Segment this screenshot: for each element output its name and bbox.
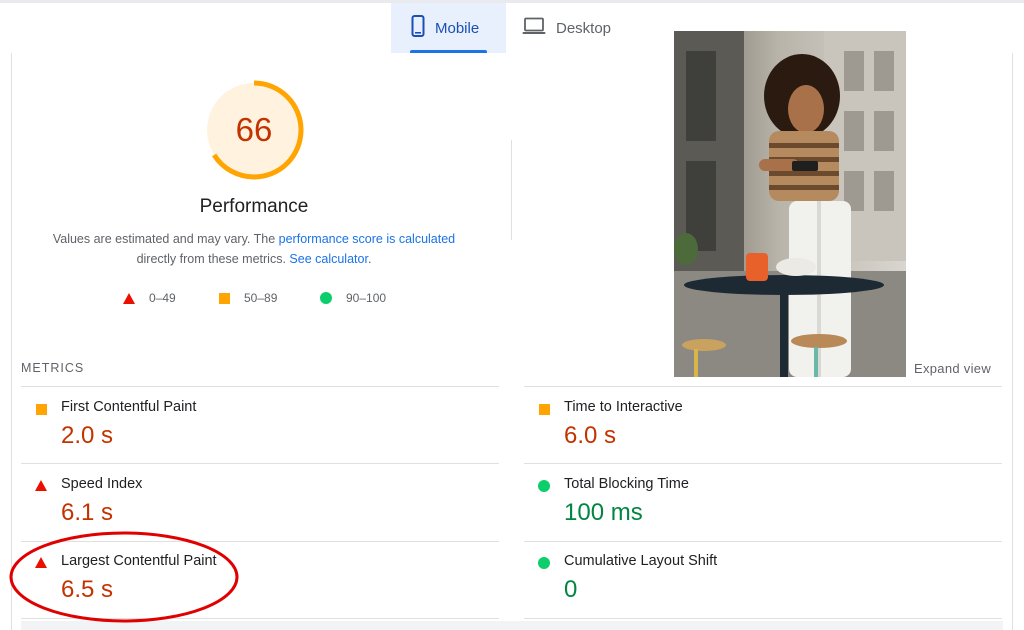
metrics-divider [21, 618, 499, 619]
metrics-divider [524, 618, 1002, 619]
performance-gauge: 66 [203, 79, 305, 181]
metric-value: 100 ms [564, 499, 643, 526]
frame-left-border [11, 53, 12, 630]
metric-first-contentful-paint: First Contentful Paint 2.0 s [20, 387, 490, 464]
legend-fail-label: 0–49 [149, 291, 176, 305]
fail-triangle-icon [35, 557, 47, 568]
tab-mobile-label: Mobile [435, 19, 480, 37]
metric-speed-index: Speed Index 6.1 s [20, 464, 490, 541]
performance-title: Performance [199, 196, 309, 217]
performance-score-link[interactable]: performance score is calculated [279, 232, 455, 246]
metric-value: 6.5 s [61, 576, 114, 603]
metric-name: Speed Index [61, 476, 143, 492]
pass-circle-icon [320, 292, 332, 304]
desc-text-3: . [367, 252, 372, 266]
average-square-icon [36, 404, 47, 415]
active-tab-indicator [410, 50, 487, 53]
smartphone-icon [411, 15, 425, 41]
tab-desktop-label: Desktop [556, 19, 612, 37]
metric-name: Largest Contentful Paint [61, 553, 217, 569]
pass-circle-icon [538, 557, 550, 569]
legend-fail: 0–49 [123, 290, 176, 306]
frame-right-border [1012, 53, 1013, 630]
metric-name: Cumulative Layout Shift [564, 553, 718, 569]
metric-name: First Contentful Paint [61, 399, 197, 415]
metrics-heading: METRICS [21, 361, 85, 375]
desc-text-1: Values are estimated and may vary. The [52, 232, 279, 246]
average-square-icon [219, 292, 230, 304]
legend-average: 50–89 [219, 290, 277, 306]
legend-pass: 90–100 [320, 290, 386, 306]
metric-name: Total Blocking Time [564, 476, 689, 492]
metric-value: 0 [564, 576, 578, 603]
average-square-icon [539, 404, 550, 415]
legend-pass-label: 90–100 [346, 291, 387, 305]
metric-value: 6.1 s [61, 499, 114, 526]
bottom-bar [21, 621, 1003, 630]
page-screenshot[interactable] [674, 31, 906, 377]
expand-view-link[interactable]: Expand view [914, 361, 991, 376]
fail-triangle-icon [35, 480, 47, 491]
column-divider [511, 140, 512, 240]
performance-score: 66 [235, 111, 273, 148]
metric-name: Time to Interactive [564, 399, 683, 415]
laptop-icon [522, 17, 546, 39]
desc-text-2: directly from these metrics. [136, 252, 290, 266]
metric-value: 2.0 s [61, 422, 114, 449]
metric-cumulative-layout-shift: Cumulative Layout Shift 0 [523, 541, 993, 618]
metric-time-to-interactive: Time to Interactive 6.0 s [523, 387, 993, 464]
pass-circle-icon [538, 480, 550, 492]
legend-average-label: 50–89 [244, 291, 278, 305]
see-calculator-link[interactable]: See calculator [289, 252, 368, 266]
tab-desktop[interactable]: Desktop [522, 3, 632, 53]
metric-value: 6.0 s [564, 422, 617, 449]
tab-mobile[interactable]: Mobile [391, 3, 506, 53]
performance-description: Values are estimated and may vary. The p… [40, 229, 468, 269]
metric-largest-contentful-paint: Largest Contentful Paint 6.5 s [20, 541, 490, 618]
fail-triangle-icon [123, 292, 135, 304]
metric-total-blocking-time: Total Blocking Time 100 ms [523, 464, 993, 541]
